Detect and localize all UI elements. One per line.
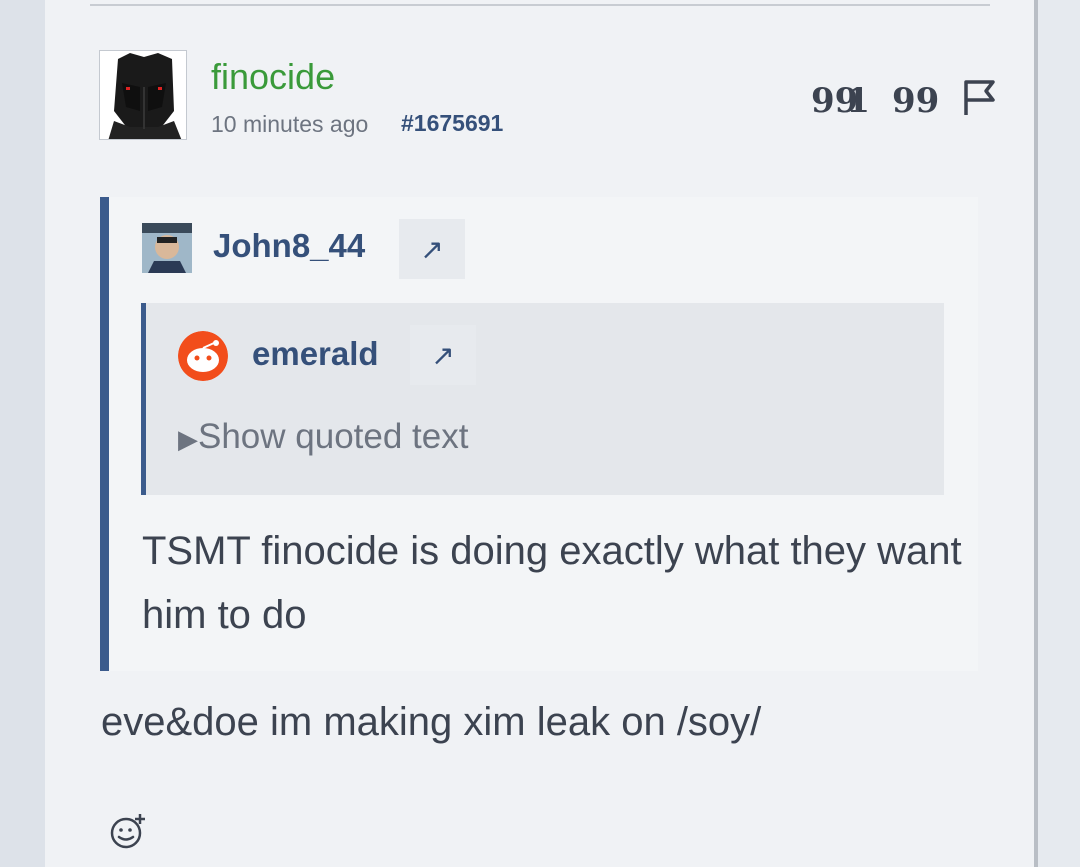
quote-author-name[interactable]: John8_44: [213, 227, 365, 265]
background-right: [1034, 0, 1080, 867]
reply-quote-icon[interactable]: 991: [811, 84, 882, 118]
post-card: finocide 10 minutes ago #1675691 991 99 …: [45, 0, 1034, 867]
jump-to-post-icon[interactable]: ↗: [399, 219, 465, 279]
post-username[interactable]: finocide: [211, 56, 335, 98]
show-quoted-label: Show quoted text: [198, 417, 469, 456]
expand-triangle-icon: ▶: [178, 424, 198, 454]
nested-author-name[interactable]: emerald: [252, 335, 379, 373]
quote-text: TSMT finocide is doing exactly what they…: [142, 529, 962, 637]
nested-quote-block: emerald ↗ ▶Show quoted text: [141, 303, 944, 495]
avatar[interactable]: [99, 50, 187, 140]
divider: [90, 4, 990, 6]
nested-author-avatar[interactable]: [178, 331, 228, 381]
report-flag-icon[interactable]: [961, 78, 1001, 123]
post-actions: 991 99: [811, 78, 1001, 123]
show-quoted-text-toggle[interactable]: ▶Show quoted text: [178, 417, 468, 457]
add-reaction-icon[interactable]: [109, 812, 147, 850]
post-timestamp: 10 minutes ago: [211, 111, 369, 137]
quote-block: John8_44 ↗ emerald ↗ ▶Show quoted text T…: [100, 197, 978, 671]
quote-author-avatar[interactable]: [142, 223, 192, 273]
quote-icon[interactable]: 99: [892, 84, 939, 118]
reply-count: 1: [846, 80, 870, 121]
post-body: eve&doe im making xim leak on /soy/: [101, 700, 762, 744]
background-left: [0, 0, 45, 867]
post-id-link[interactable]: #1675691: [401, 110, 503, 137]
nested-jump-to-post-icon[interactable]: ↗: [410, 325, 476, 385]
